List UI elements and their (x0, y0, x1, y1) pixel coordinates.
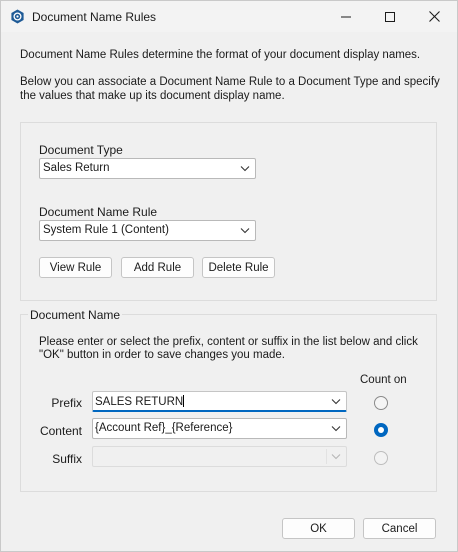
document-name-rule-label: Document Name Rule (39, 205, 158, 219)
title-bar: Document Name Rules (1, 1, 457, 32)
document-type-value: Sales Return (43, 162, 110, 174)
gear-icon (10, 9, 25, 24)
suffix-count-on-radio[interactable] (374, 451, 388, 465)
maximize-icon (385, 11, 395, 22)
document-type-label: Document Type (39, 143, 123, 157)
document-name-instructions: Please enter or select the prefix, conte… (39, 336, 418, 361)
close-button[interactable] (412, 1, 456, 32)
minimize-button[interactable] (324, 1, 368, 32)
close-icon (428, 11, 440, 22)
document-type-dropdown[interactable]: Sales Return (39, 158, 256, 179)
dialog-window: Document Name Rules Document Name Rules … (0, 0, 458, 552)
document-name-group-title: Document Name (28, 308, 123, 322)
cancel-button[interactable]: Cancel (363, 518, 436, 539)
chevron-down-icon (331, 399, 341, 405)
content-count-on-radio[interactable] (374, 423, 388, 437)
content-combobox[interactable]: {Account Ref}_{Reference} (92, 418, 347, 439)
prefix-label: Prefix (51, 396, 82, 410)
prefix-value: SALES RETURN (95, 396, 184, 408)
text-caret (183, 395, 185, 407)
count-on-label: Count on (360, 374, 407, 386)
maximize-button[interactable] (368, 1, 412, 32)
dropdown-separator (326, 449, 327, 464)
chevron-down-icon (331, 454, 341, 460)
suffix-combobox[interactable] (92, 446, 347, 467)
add-rule-button[interactable]: Add Rule (121, 257, 194, 278)
delete-rule-button[interactable]: Delete Rule (202, 257, 275, 278)
window-title: Document Name Rules (32, 10, 157, 24)
prefix-combobox[interactable]: SALES RETURN (92, 391, 347, 412)
ok-button[interactable]: OK (282, 518, 355, 539)
document-name-rule-dropdown[interactable]: System Rule 1 (Content) (39, 220, 256, 241)
minimize-icon (341, 16, 351, 17)
view-rule-button[interactable]: View Rule (39, 257, 112, 278)
content-label: Content (39, 424, 82, 438)
chevron-down-icon (331, 426, 341, 432)
chevron-down-icon (240, 166, 250, 172)
document-name-rule-value: System Rule 1 (Content) (43, 224, 169, 236)
suffix-label: Suffix (52, 452, 82, 466)
prefix-count-on-radio[interactable] (374, 396, 388, 410)
content-value: {Account Ref}_{Reference} (95, 422, 233, 434)
intro-text-1: Document Name Rules determine the format… (20, 49, 421, 61)
intro-text-2: Below you can associate a Document Name … (20, 76, 440, 102)
chevron-down-icon (240, 228, 250, 234)
